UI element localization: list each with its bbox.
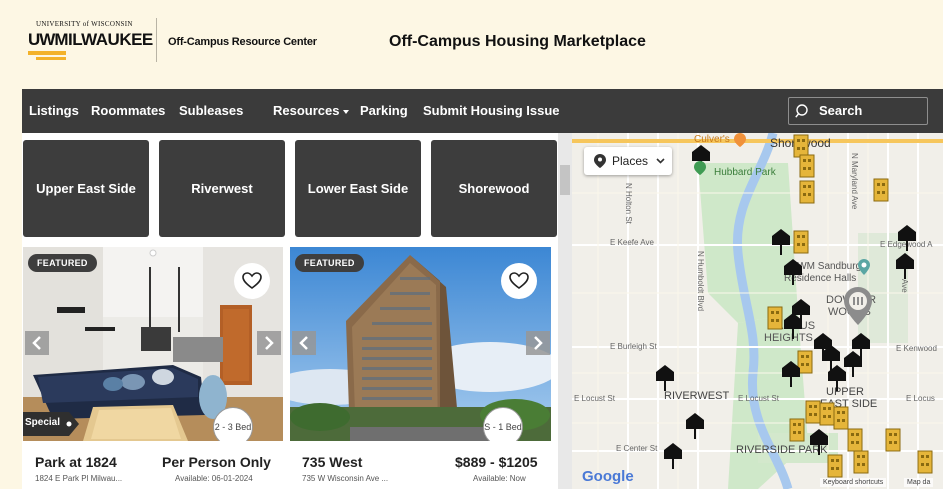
neighborhood-riverwest[interactable]: Riverwest bbox=[159, 140, 285, 237]
chevron-right-icon bbox=[534, 336, 543, 350]
page-title: Off-Campus Housing Marketplace bbox=[389, 33, 646, 50]
header-divider bbox=[156, 18, 157, 62]
map-label-burleigh: E Burleigh St bbox=[610, 342, 657, 351]
heart-icon bbox=[242, 272, 262, 289]
uwm-logo[interactable]: UNIVERSITY of WISCONSIN UWMILWAUKEE bbox=[28, 20, 153, 64]
nav-parking[interactable]: Parking bbox=[360, 89, 408, 133]
chevron-down-icon bbox=[656, 158, 665, 164]
map-label-locust-mid: E Locust St bbox=[738, 394, 780, 403]
favorite-button[interactable] bbox=[501, 263, 537, 299]
main-nav: Listings Roommates Subleases Resources P… bbox=[22, 89, 943, 133]
listing-price: Per Person Only bbox=[162, 454, 271, 470]
page: UNIVERSITY of WISCONSIN UWMILWAUKEE Off-… bbox=[0, 0, 943, 489]
map-pin-icon bbox=[594, 154, 606, 168]
map-canvas[interactable]: Shorewood Hubbard Park Culver's E Keefe … bbox=[558, 133, 943, 489]
neighborhood-upper-east-side[interactable]: Upper East Side bbox=[23, 140, 149, 237]
search-icon bbox=[795, 104, 808, 118]
neighborhood-lower-east-side[interactable]: Lower East Side bbox=[295, 140, 421, 237]
places-dropdown[interactable]: Places bbox=[584, 147, 672, 175]
neighborhood-shorewood[interactable]: Shorewood bbox=[431, 140, 557, 237]
google-wordmark: Google bbox=[582, 468, 634, 485]
map-label-maryland: N Maryland Ave bbox=[850, 153, 859, 210]
logo-gold-bar bbox=[28, 51, 66, 55]
map-label-locust-east: E Locus bbox=[906, 394, 935, 403]
caret-down-icon bbox=[343, 109, 350, 114]
special-label: Special bbox=[25, 417, 61, 428]
carousel-prev-button[interactable] bbox=[292, 331, 316, 355]
map-label-kenwood: E Kenwood bbox=[896, 344, 937, 353]
listing-availability: Available: Now bbox=[473, 474, 526, 483]
listing-name[interactable]: Park at 1824 bbox=[35, 454, 117, 470]
chevron-left-icon bbox=[299, 336, 308, 350]
heart-icon bbox=[509, 272, 529, 289]
map-label-keefe: E Keefe Ave bbox=[610, 238, 654, 247]
search-label: Search bbox=[819, 103, 863, 118]
map[interactable]: Shorewood Hubbard Park Culver's E Keefe … bbox=[558, 133, 943, 489]
places-label: Places bbox=[612, 154, 649, 168]
carousel-prev-button[interactable] bbox=[25, 331, 49, 355]
site-header: UNIVERSITY of WISCONSIN UWMILWAUKEE Off-… bbox=[0, 0, 943, 89]
listing-availability: Available: 06-01-2024 bbox=[175, 474, 253, 483]
map-label-hubbard-park: Hubbard Park bbox=[714, 167, 777, 178]
map-label-heights: HEIGHTS bbox=[764, 332, 813, 344]
logo-uw-text: UW bbox=[28, 30, 55, 49]
favorite-button[interactable] bbox=[234, 263, 270, 299]
featured-badge: FEATURED bbox=[28, 254, 97, 272]
keyboard-shortcuts-link[interactable]: Keyboard shortcuts bbox=[820, 478, 887, 487]
nav-resources-label: Resources bbox=[273, 103, 340, 118]
listings-panel: Upper East Side Riverwest Lower East Sid… bbox=[22, 133, 558, 489]
listing-address: 1824 E Park Pl Milwau... bbox=[35, 474, 123, 483]
listing-address: 735 W Wisconsin Ave ... bbox=[302, 474, 389, 483]
map-label-locust-west: E Locust St bbox=[574, 394, 616, 403]
nav-listings[interactable]: Listings bbox=[29, 89, 79, 133]
bed-count-badge: 2 - 3 Bed bbox=[213, 407, 253, 441]
map-data-link[interactable]: Map da bbox=[904, 478, 934, 487]
special-badge: Special bbox=[23, 412, 79, 436]
listing-price: $889 - $1205 bbox=[455, 454, 538, 470]
listing-photo[interactable]: FEATURED S - 1 Bed bbox=[290, 247, 551, 441]
listing-card[interactable]: FEATURED Special 2 - 3 Bed Park at 1824 … bbox=[23, 247, 283, 489]
resource-center-name[interactable]: Off-Campus Resource Center bbox=[168, 36, 317, 48]
map-label-riverwest: RIVERWEST bbox=[664, 390, 729, 402]
map-label-ave: Ave bbox=[900, 279, 909, 293]
search-button[interactable]: Search bbox=[788, 97, 928, 125]
logo-main-text: MILWAUKEE bbox=[54, 30, 153, 49]
logo-milwaukee-text: UWMILWAUKEE bbox=[28, 30, 153, 50]
listing-photo[interactable]: FEATURED Special 2 - 3 Bed bbox=[23, 247, 283, 441]
chevron-right-icon bbox=[265, 336, 274, 350]
nav-roommates[interactable]: Roommates bbox=[91, 89, 165, 133]
map-label-riverside-park: RIVERSIDE PARK bbox=[736, 444, 828, 456]
nav-submit-housing-issue[interactable]: Submit Housing Issue bbox=[423, 89, 560, 133]
nav-resources[interactable]: Resources bbox=[273, 89, 350, 133]
nav-subleases[interactable]: Subleases bbox=[179, 89, 243, 133]
chevron-left-icon bbox=[32, 336, 41, 350]
restaurant-pin-icon[interactable] bbox=[734, 133, 746, 147]
logo-gold-bar bbox=[36, 57, 66, 60]
map-label-upper: UPPER bbox=[826, 386, 864, 398]
logo-university-text: UNIVERSITY of WISCONSIN bbox=[36, 20, 133, 28]
listing-name[interactable]: 735 West bbox=[302, 454, 362, 470]
map-label-holton: N Holton St bbox=[624, 183, 633, 225]
carousel-next-button[interactable] bbox=[257, 331, 281, 355]
carousel-next-button[interactable] bbox=[526, 331, 550, 355]
bed-count-badge: S - 1 Bed bbox=[483, 407, 523, 441]
map-label-culvers: Culver's bbox=[694, 134, 730, 145]
map-label-center-st: E Center St bbox=[616, 444, 658, 453]
google-logo[interactable]: Google bbox=[582, 468, 634, 485]
listing-card[interactable]: FEATURED S - 1 Bed 735 West 735 W Wiscon… bbox=[290, 247, 551, 489]
map-label-humboldt: N Humboldt Blvd bbox=[696, 251, 705, 311]
featured-badge: FEATURED bbox=[295, 254, 364, 272]
